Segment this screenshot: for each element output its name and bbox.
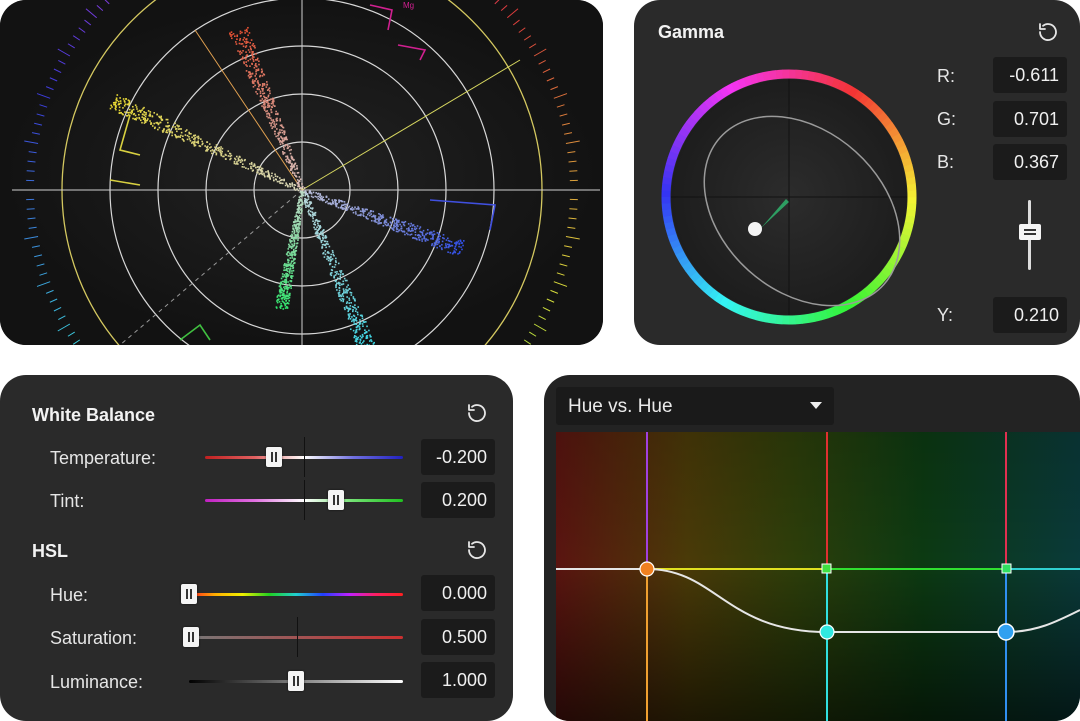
white-balance-title: White Balance	[32, 405, 156, 425]
gamma-b-field[interactable]: 0.367	[993, 144, 1067, 180]
hue-curves-panel: Hue vs. Hue	[544, 375, 1080, 721]
magenta-target-label: Mg	[403, 1, 414, 10]
vectorscope-panel: Mg	[0, 0, 603, 345]
hsl-title: HSL	[32, 541, 68, 561]
vectorscope-graph: Mg	[0, 0, 603, 345]
temperature-label: Temperature:	[50, 448, 157, 468]
saturation-slider[interactable]	[183, 617, 403, 657]
gamma-g-field[interactable]: 0.701	[993, 101, 1067, 137]
white-balance-hsl-panel: White Balance Temperature: -0.200 Tint: …	[0, 375, 513, 721]
chevron-down-icon	[810, 402, 822, 409]
hue-field[interactable]: 0.000	[421, 575, 495, 611]
tint-slider[interactable]	[205, 480, 403, 520]
gamma-y-field[interactable]: 0.210	[993, 297, 1067, 333]
gamma-r-field[interactable]: -0.611	[993, 57, 1067, 93]
gamma-y-slider-thumb[interactable]	[1019, 224, 1041, 241]
tint-slider-thumb[interactable]	[328, 490, 344, 510]
luminance-label: Luminance:	[50, 672, 144, 692]
gamma-panel: Gamma R: -0.611 G: 0.701 B: 0.367 Y: 0.2…	[634, 0, 1080, 345]
gamma-wheel-handle[interactable]	[748, 222, 762, 236]
curve-mode-value: Hue vs. Hue	[568, 396, 673, 417]
luminance-slider[interactable]	[189, 671, 403, 691]
hsl-reset-icon[interactable]	[465, 538, 489, 562]
tint-field[interactable]: 0.200	[421, 482, 495, 518]
hue-curve-graph[interactable]	[556, 432, 1080, 721]
hue-slider[interactable]	[181, 584, 403, 604]
curve-anchor-green[interactable]	[821, 563, 832, 574]
temperature-field[interactable]: -0.200	[421, 439, 495, 475]
tint-label: Tint:	[50, 491, 85, 511]
gamma-color-wheel[interactable]	[658, 66, 920, 328]
curve-mode-dropdown[interactable]: Hue vs. Hue	[556, 387, 834, 425]
luminance-field[interactable]: 1.000	[421, 662, 495, 698]
saturation-label: Saturation:	[50, 628, 138, 648]
gamma-y-slider[interactable]	[1018, 200, 1041, 270]
gamma-title: Gamma	[658, 22, 725, 42]
gamma-b-label: B:	[937, 152, 955, 172]
gamma-y-label: Y:	[937, 305, 954, 325]
temperature-slider-thumb[interactable]	[266, 447, 282, 467]
gamma-reset-icon[interactable]	[1036, 20, 1060, 44]
curve-point-orange[interactable]	[639, 561, 655, 577]
luminance-slider-thumb[interactable]	[288, 671, 304, 691]
hue-slider-thumb[interactable]	[181, 584, 197, 604]
saturation-field[interactable]: 0.500	[421, 619, 495, 655]
temperature-slider[interactable]	[205, 437, 403, 477]
saturation-slider-thumb[interactable]	[183, 627, 199, 647]
curve-point-blue[interactable]	[997, 623, 1015, 641]
gamma-g-label: G:	[937, 109, 957, 129]
curve-point-cyan[interactable]	[819, 624, 835, 640]
curve-anchor-cyan[interactable]	[1001, 563, 1012, 574]
gamma-r-label: R:	[937, 66, 955, 86]
hue-label: Hue:	[50, 585, 89, 605]
white-balance-reset-icon[interactable]	[465, 401, 489, 425]
